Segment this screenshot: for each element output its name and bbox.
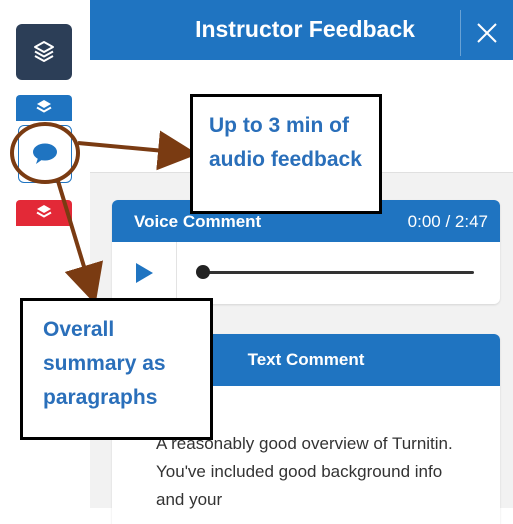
layers-icon — [34, 41, 54, 62]
layers-button[interactable] — [16, 24, 72, 80]
voice-comment-time: 0:00 / 2:47 — [407, 212, 488, 231]
comment-button[interactable] — [18, 125, 72, 183]
text-comment-body: A reasonably good overview of Turnitin. … — [156, 434, 453, 509]
panel-header: Instructor Feedback — [90, 0, 513, 60]
voice-comment-title: Voice Comment — [134, 212, 262, 231]
play-button[interactable] — [112, 242, 177, 304]
panel-title: Instructor Feedback — [195, 16, 415, 42]
layers-red-button[interactable] — [16, 200, 72, 226]
voice-comment-card: Voice Comment 0:00 / 2:47 — [112, 200, 500, 304]
annotation-summary: Overall summary as paragraphs — [20, 298, 213, 440]
audio-progress-handle[interactable] — [196, 265, 210, 279]
layers-icon — [36, 205, 52, 218]
comment-icon — [33, 143, 57, 164]
annotation-summary-text: Overall summary as paragraphs — [43, 318, 166, 409]
close-button[interactable] — [460, 10, 513, 56]
annotation-audio: Up to 3 min of audio feedback — [190, 94, 382, 214]
close-icon — [477, 23, 497, 43]
audio-player — [112, 242, 500, 304]
audio-progress-track[interactable] — [204, 271, 474, 274]
annotation-audio-text: Up to 3 min of audio feedback — [209, 114, 362, 171]
layers-icon — [36, 100, 52, 113]
play-icon — [136, 263, 153, 283]
layers-blue-button[interactable] — [16, 95, 72, 121]
